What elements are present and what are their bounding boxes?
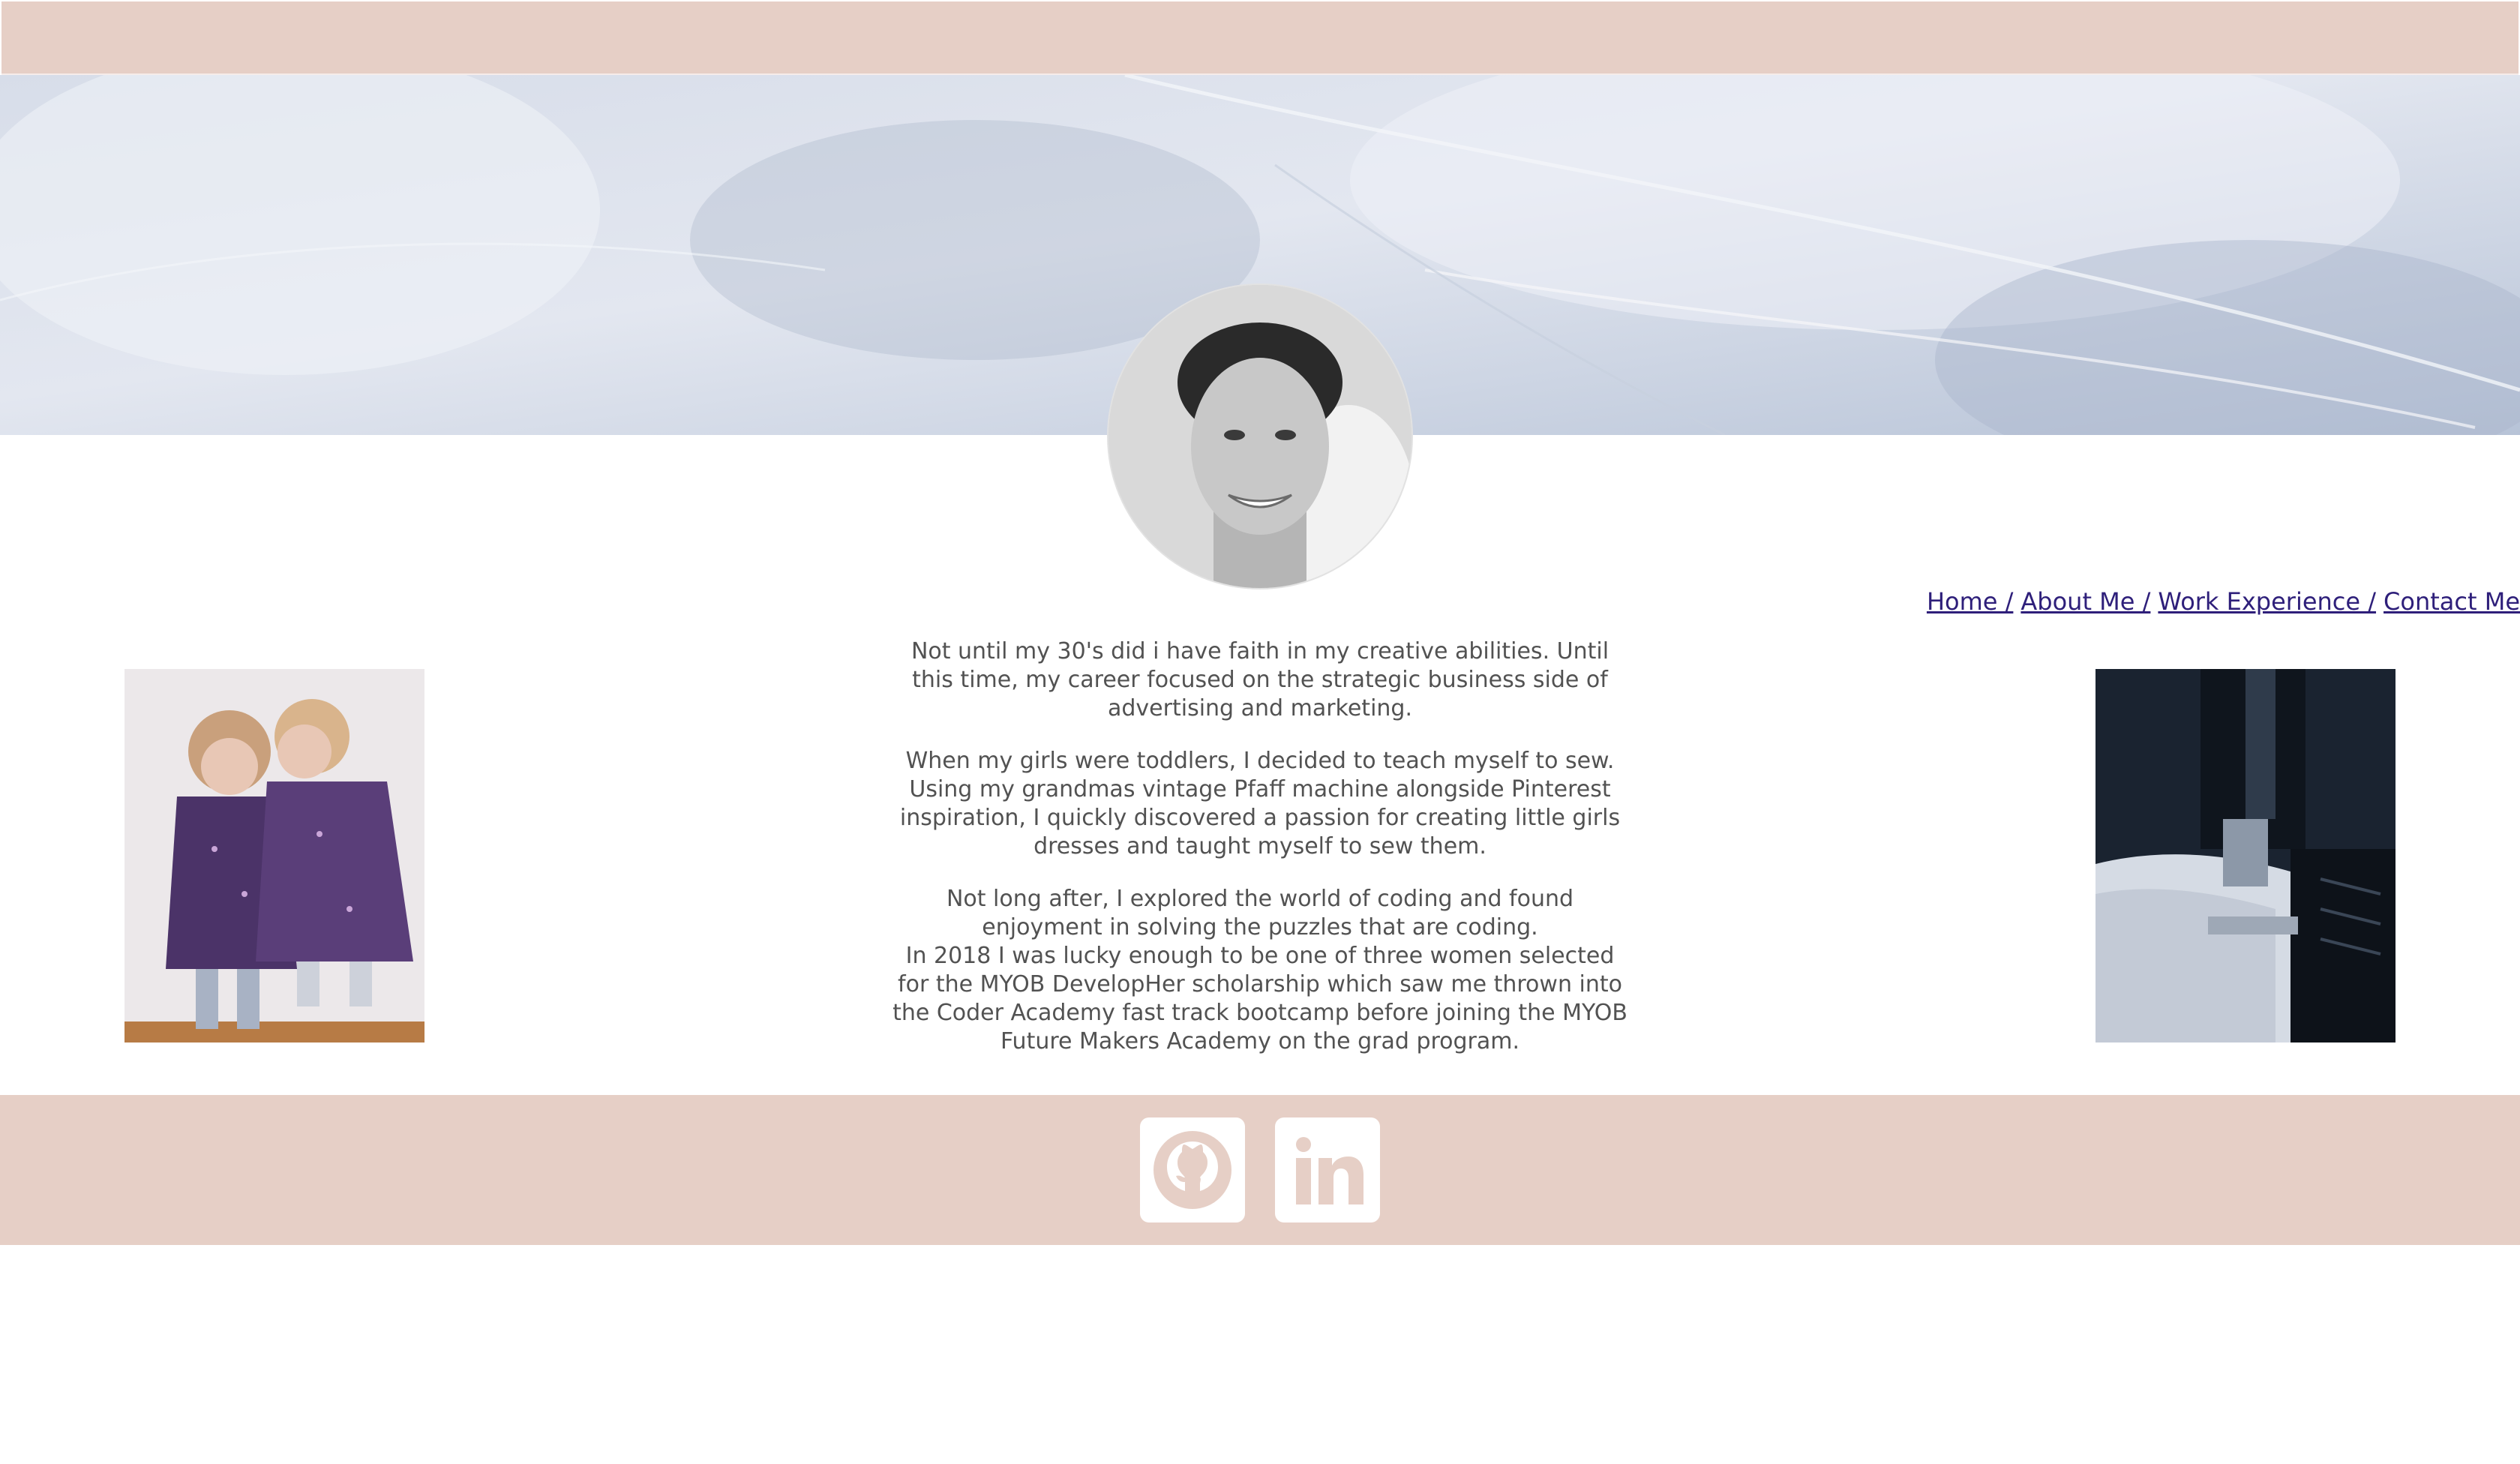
bio-paragraph: When my girls were toddlers, I decided t…	[899, 748, 1621, 860]
github-icon	[1154, 1131, 1232, 1209]
bio-paragraph: Not until my 30's did i have faith in my…	[910, 638, 1610, 722]
bio-paragraph: Not long after, I explored the world of …	[890, 885, 1630, 1056]
bio-text: Not until my 30's did i have faith in my…	[890, 638, 1630, 1080]
footer	[0, 1095, 2520, 1245]
profile-avatar	[1108, 285, 1412, 588]
girls-in-dresses-photo	[124, 669, 424, 1042]
nav-about-me-link[interactable]: About Me /	[2020, 587, 2150, 616]
page: Home / About Me / Work Experience / Cont…	[0, 0, 2520, 1464]
bio-paragraph-line: In 2018 I was lucky enough to be one of …	[892, 943, 1628, 1054]
linkedin-icon	[1296, 1137, 1364, 1204]
nav-work-experience-link[interactable]: Work Experience /	[2158, 587, 2376, 616]
linkedin-link[interactable]	[1275, 1118, 1380, 1222]
nav-contact-me-link[interactable]: Contact Me	[2384, 587, 2520, 616]
nav-home-link[interactable]: Home /	[1927, 587, 2013, 616]
sewing-machine-photo	[2096, 669, 2396, 1042]
bio-paragraph-line: Not long after, I explored the world of …	[946, 886, 1574, 940]
girls-photo	[124, 669, 424, 1042]
portrait-photo	[1108, 285, 1412, 588]
github-link[interactable]	[1140, 1118, 1245, 1222]
sewing-machine-photo-frame	[2096, 669, 2396, 1042]
main-nav: Home / About Me / Work Experience / Cont…	[1927, 585, 2520, 618]
top-bar	[2, 2, 2518, 75]
